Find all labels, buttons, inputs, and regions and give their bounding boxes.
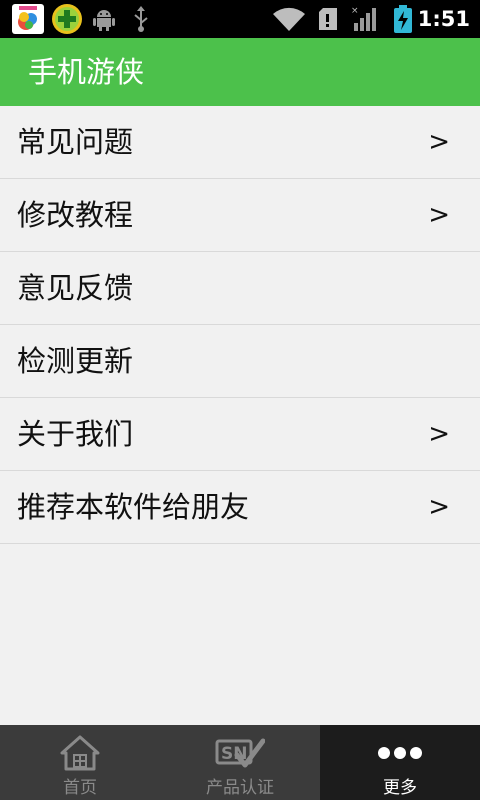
chevron-right-icon: >	[428, 419, 450, 449]
add-app-icon	[50, 4, 84, 34]
sd-card-icon	[318, 4, 338, 34]
menu-item-recommend[interactable]: 推荐本软件给朋友 >	[0, 471, 480, 544]
wifi-icon	[272, 4, 306, 34]
clock: 1:51	[417, 7, 470, 31]
menu-item-feedback[interactable]: 意见反馈	[0, 252, 480, 325]
sn-verified-icon: SN	[160, 731, 320, 775]
app-header: 手机游侠	[0, 38, 480, 106]
tab-label: 更多	[383, 778, 417, 798]
menu-item-label: 推荐本软件给朋友	[17, 490, 250, 524]
home-icon	[0, 731, 160, 775]
tab-label: 首页	[63, 778, 97, 798]
photo-app-icon	[10, 4, 46, 34]
bottom-tab-bar: 首页 SN 产品认证 更多	[0, 725, 480, 800]
svg-text:×: ×	[351, 6, 359, 16]
menu-item-tutorial[interactable]: 修改教程 >	[0, 179, 480, 252]
chevron-right-icon: >	[428, 127, 450, 157]
menu-item-label: 关于我们	[17, 417, 134, 451]
menu-item-check-update[interactable]: 检测更新	[0, 325, 480, 398]
tab-home[interactable]: 首页	[0, 725, 160, 800]
tab-more[interactable]: 更多	[320, 725, 480, 800]
settings-menu-list: 常见问题 > 修改教程 > 意见反馈 检测更新 关于我们 > 推荐本软件给朋友 …	[0, 106, 480, 544]
chevron-right-icon: >	[428, 200, 450, 230]
signal-icon: ×	[350, 4, 380, 34]
chevron-right-icon: >	[428, 492, 450, 522]
usb-icon	[130, 4, 152, 34]
battery-charging-icon	[392, 4, 414, 34]
tab-product-verification[interactable]: SN 产品认证	[160, 725, 320, 800]
page-title: 手机游侠	[28, 55, 145, 89]
menu-item-label: 检测更新	[17, 344, 134, 378]
more-dots-icon	[320, 731, 480, 775]
menu-item-label: 意见反馈	[17, 271, 134, 305]
menu-item-faq[interactable]: 常见问题 >	[0, 106, 480, 179]
menu-item-label: 常见问题	[17, 125, 134, 159]
tab-label: 产品认证	[206, 778, 274, 798]
status-bar: × 1:51	[0, 0, 480, 38]
menu-item-about-us[interactable]: 关于我们 >	[0, 398, 480, 471]
android-icon	[92, 4, 116, 34]
menu-item-label: 修改教程	[17, 198, 134, 232]
